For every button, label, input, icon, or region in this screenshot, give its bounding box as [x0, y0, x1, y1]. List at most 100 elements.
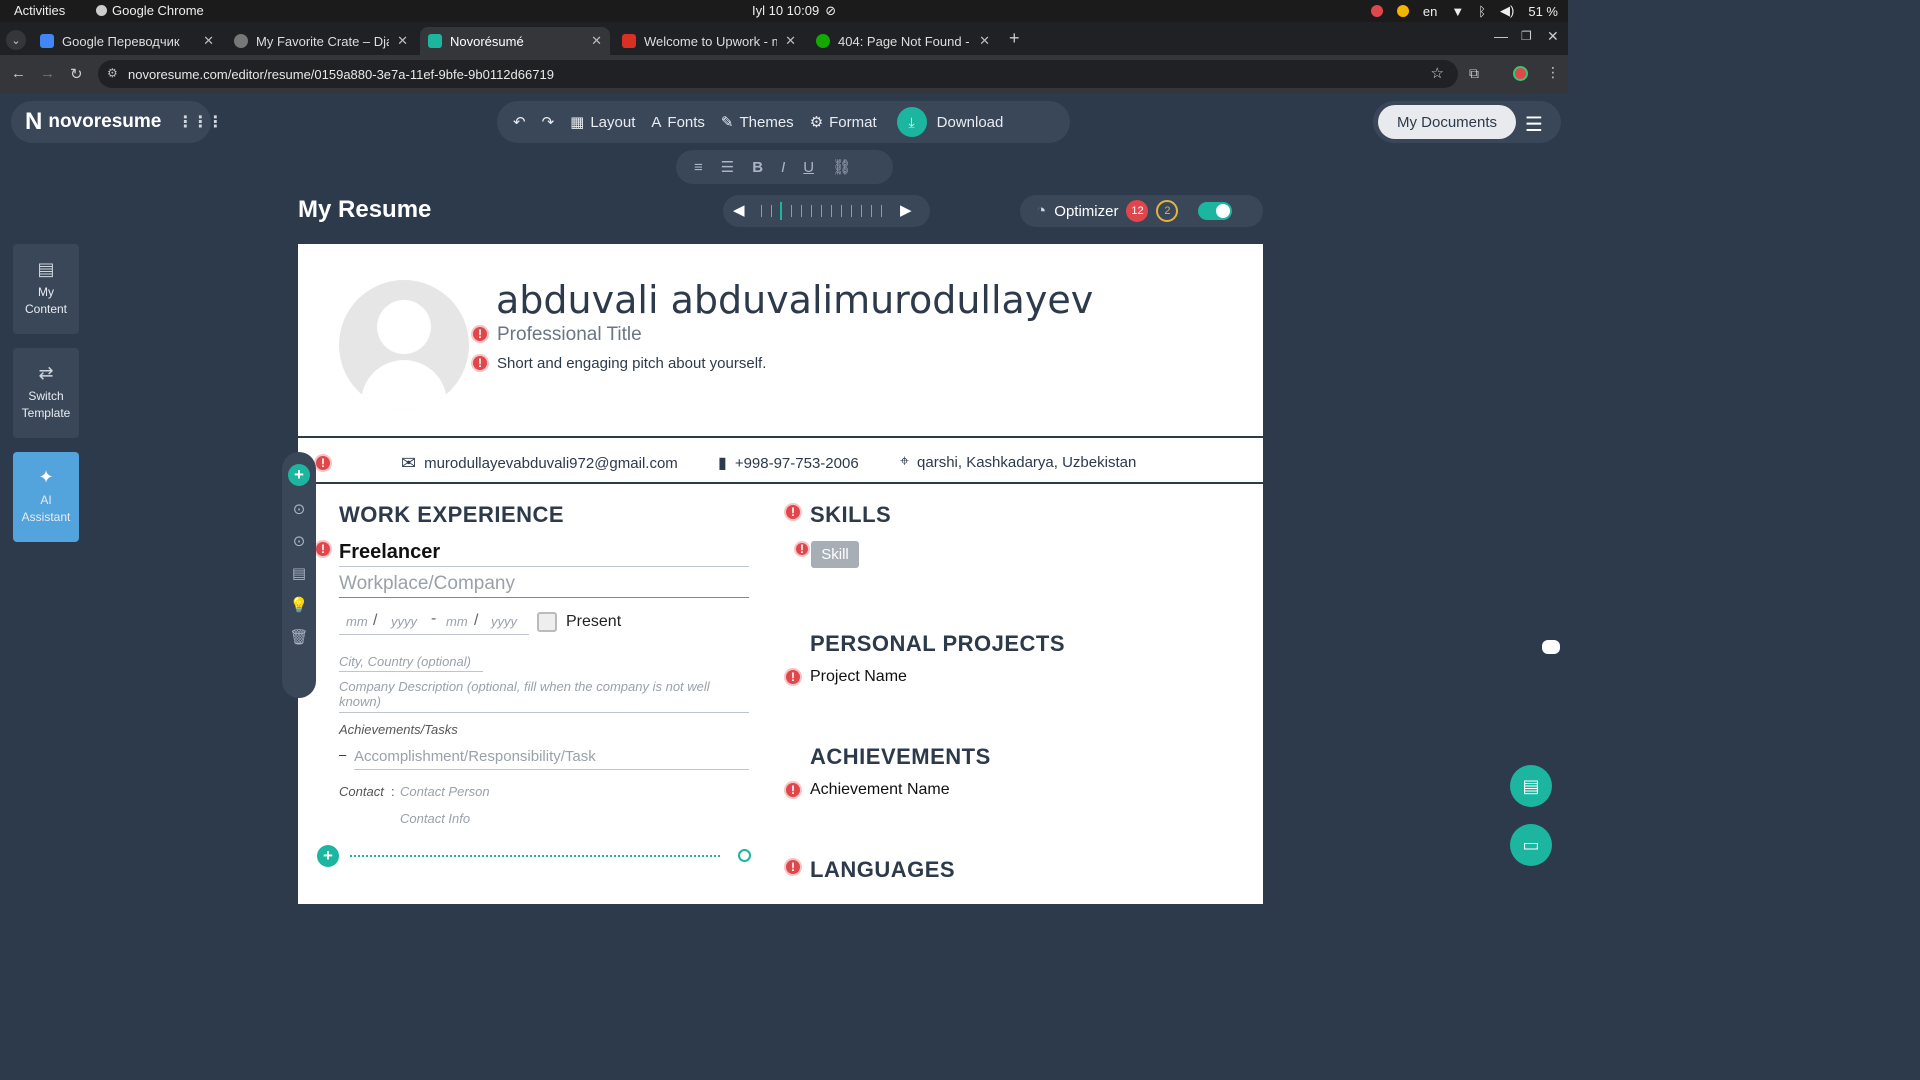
- personal-projects-heading[interactable]: PERSONAL PROJECTS: [810, 631, 1065, 657]
- warning-icon[interactable]: !: [794, 541, 810, 557]
- add-section-button[interactable]: +: [288, 464, 310, 486]
- hamburger-menu-icon[interactable]: ☰: [1525, 112, 1543, 137]
- end-year-field[interactable]: yyyy: [491, 614, 517, 629]
- apps-grid-icon[interactable]: ⋮⋮⋮: [177, 112, 223, 132]
- skill-tag[interactable]: Skill: [811, 541, 859, 568]
- italic-icon[interactable]: I: [781, 159, 785, 176]
- clock[interactable]: Iyl 10 10:09 ⊘: [752, 3, 836, 19]
- close-tab-icon[interactable]: ✕: [591, 33, 602, 49]
- layout-button[interactable]: ▦ Layout: [562, 113, 643, 132]
- close-tab-icon[interactable]: ✕: [785, 33, 796, 49]
- undo-icon[interactable]: ↶: [505, 113, 534, 131]
- align-left-icon[interactable]: ≡: [694, 159, 703, 176]
- trash-icon[interactable]: 🗑: [289, 628, 308, 646]
- fonts-button[interactable]: A Fonts: [643, 114, 713, 131]
- contact-person-field[interactable]: Contact Person: [400, 784, 490, 799]
- skills-heading[interactable]: SKILLS: [810, 502, 891, 528]
- address-bar[interactable]: ⚙ novoresume.com/editor/resume/0159a880-…: [98, 60, 1458, 88]
- end-month-field[interactable]: mm: [446, 614, 468, 629]
- bold-icon[interactable]: B: [752, 159, 763, 176]
- contact-info-field[interactable]: Contact Info: [400, 811, 470, 826]
- work-experience-heading[interactable]: WORK EXPERIENCE: [339, 502, 564, 528]
- content-library-icon[interactable]: ▤: [292, 564, 306, 582]
- lightbulb-icon[interactable]: 💡: [290, 596, 309, 614]
- reload-icon[interactable]: ↻: [70, 65, 83, 83]
- tab-search-icon[interactable]: ⌄: [6, 30, 26, 50]
- add-entry-button[interactable]: +: [317, 845, 339, 867]
- site-info-icon[interactable]: ⚙: [107, 66, 118, 80]
- link-icon[interactable]: ⛓: [832, 158, 851, 176]
- bookmark-star-icon[interactable]: ☆: [1431, 64, 1444, 82]
- location-contact[interactable]: ⌖ qarshi, Kashkadarya, Uzbekistan: [900, 453, 1136, 471]
- warning-icon[interactable]: !: [784, 781, 802, 799]
- phone-contact[interactable]: ▮ +998-97-753-2006: [718, 453, 859, 473]
- my-content-button[interactable]: ▤ My Content: [13, 244, 79, 334]
- optimizer-panel[interactable]: ◔ Optimizer 12 2: [1020, 195, 1263, 227]
- justify-icon[interactable]: ☰: [721, 158, 734, 176]
- pitch-field[interactable]: Short and engaging pitch about yourself.: [497, 355, 766, 372]
- warning-icon[interactable]: !: [784, 503, 802, 521]
- switch-template-button[interactable]: ⇄ Switch Template: [13, 348, 79, 438]
- my-documents-button[interactable]: My Documents: [1378, 105, 1516, 139]
- present-checkbox[interactable]: [537, 612, 557, 632]
- chrome-menu-icon[interactable]: ⋮: [1546, 64, 1560, 81]
- warning-icon[interactable]: !: [784, 668, 802, 686]
- close-tab-icon[interactable]: ✕: [979, 33, 990, 49]
- underline-icon[interactable]: U: [803, 159, 814, 176]
- close-tab-icon[interactable]: ✕: [203, 33, 214, 49]
- warning-icon[interactable]: !: [471, 354, 489, 372]
- browser-tab[interactable]: My Favorite Crate – Djan ✕: [226, 27, 416, 55]
- increase-icon[interactable]: ▶: [900, 201, 912, 219]
- languages-heading[interactable]: LANGUAGES: [810, 857, 955, 883]
- guide-button[interactable]: ▤: [1510, 765, 1552, 807]
- optimizer-toggle[interactable]: [1198, 202, 1233, 220]
- achievement-name-field[interactable]: Achievement Name: [810, 781, 950, 799]
- ai-assistant-button[interactable]: ✦ AI Assistant: [13, 452, 79, 542]
- system-tray[interactable]: en ▼ ᛒ ◀) 51 %: [1370, 3, 1558, 19]
- forward-icon[interactable]: →: [40, 65, 55, 82]
- minimize-window-icon[interactable]: —: [1494, 28, 1508, 44]
- slider-thumb[interactable]: [780, 202, 782, 220]
- start-year-field[interactable]: yyyy: [391, 614, 417, 629]
- active-app-menu[interactable]: Google Chrome: [96, 3, 204, 18]
- entry-circle-icon[interactable]: [738, 849, 751, 862]
- close-tab-icon[interactable]: ✕: [397, 33, 408, 49]
- warning-icon[interactable]: !: [471, 325, 489, 343]
- start-month-field[interactable]: mm: [346, 614, 368, 629]
- company-description-field[interactable]: Company Description (optional, fill when…: [339, 679, 749, 709]
- move-up-icon[interactable]: ⊙: [293, 500, 306, 518]
- resume-name[interactable]: abduvali abduvalimurodullayev: [496, 278, 1093, 322]
- professional-title-field[interactable]: Professional Title: [497, 324, 642, 346]
- city-field[interactable]: City, Country (optional): [339, 654, 471, 669]
- company-field[interactable]: Workplace/Company: [339, 573, 515, 595]
- close-window-icon[interactable]: ✕: [1547, 28, 1559, 45]
- decrease-icon[interactable]: ◀: [733, 201, 745, 219]
- browser-tab[interactable]: Google Переводчик ✕: [32, 27, 222, 55]
- download-button[interactable]: ⤓ Download: [889, 107, 1012, 137]
- achievements-heading[interactable]: ACHIEVEMENTS: [810, 744, 991, 770]
- browser-tab[interactable]: 404: Page Not Found - U ✕: [808, 27, 998, 55]
- profile-photo-placeholder[interactable]: [339, 280, 469, 410]
- browser-tab[interactable]: Welcome to Upwork - m ✕: [614, 27, 804, 55]
- novoresume-logo[interactable]: N novoresume ⋮⋮⋮: [11, 101, 223, 143]
- chat-button[interactable]: ▭: [1510, 824, 1552, 866]
- discord-icon[interactable]: [1533, 630, 1568, 663]
- browser-tab-active[interactable]: Novorésumé ✕: [420, 27, 610, 55]
- extensions-icon[interactable]: ⧉: [1469, 65, 1479, 82]
- restore-window-icon[interactable]: ❐: [1521, 29, 1532, 43]
- font-size-slider[interactable]: ◀ ▶: [723, 195, 930, 227]
- email-contact[interactable]: ✉ murodullayevabduvali972@gmail.com: [401, 453, 678, 474]
- profile-avatar[interactable]: [1513, 66, 1528, 81]
- back-icon[interactable]: ←: [11, 65, 26, 82]
- redo-icon[interactable]: ↷: [534, 113, 563, 131]
- move-down-icon[interactable]: ⊙: [293, 532, 306, 550]
- project-name-field[interactable]: Project Name: [810, 668, 907, 686]
- activities-button[interactable]: Activities: [14, 3, 65, 18]
- task-field[interactable]: Accomplishment/Responsibility/Task: [354, 748, 596, 765]
- warning-icon[interactable]: !: [314, 540, 332, 558]
- warning-icon[interactable]: !: [784, 858, 802, 876]
- job-title-field[interactable]: Freelancer: [339, 541, 440, 564]
- warning-icon[interactable]: !: [314, 454, 332, 472]
- themes-button[interactable]: ✎ Themes: [713, 113, 802, 132]
- format-button[interactable]: ⚙ Format: [802, 113, 885, 132]
